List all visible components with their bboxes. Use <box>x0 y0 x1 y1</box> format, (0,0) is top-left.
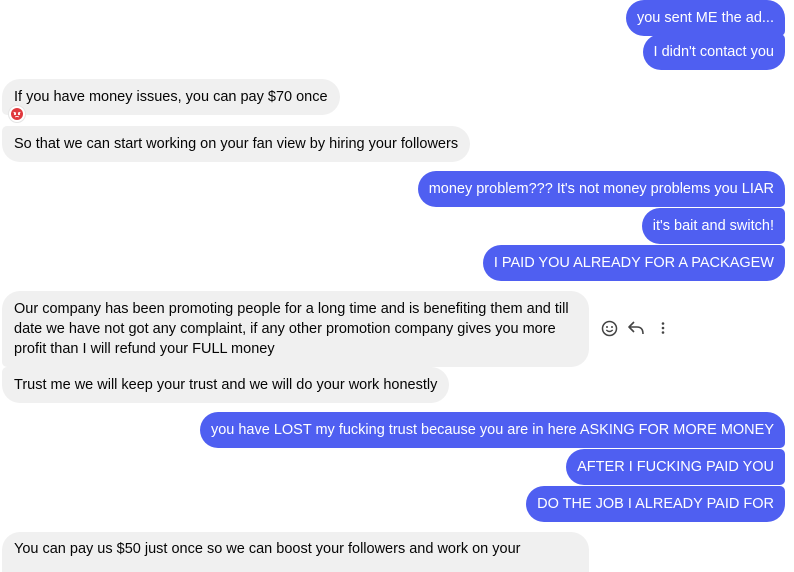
message-reaction[interactable] <box>9 106 25 122</box>
message-text: I didn't contact you <box>653 44 774 60</box>
message-bubble-outgoing[interactable]: AFTER I FUCKING PAID YOU <box>566 449 785 485</box>
message-text: AFTER I FUCKING PAID YOU <box>577 459 774 475</box>
chat-thread: you sent ME the ad... I didn't contact y… <box>0 0 794 572</box>
message-text: Our company has been promoting people fo… <box>14 301 569 357</box>
more-vertical-icon <box>661 322 665 334</box>
more-button[interactable] <box>653 318 673 338</box>
message-bubble-outgoing[interactable]: I PAID YOU ALREADY FOR A PACKAGEW <box>482 245 785 281</box>
reply-button[interactable] <box>626 318 646 338</box>
message-text: DO THE JOB I ALREADY PAID FOR <box>537 496 774 512</box>
message-text: money problem??? It's not money problems… <box>428 181 774 197</box>
message-text: you sent ME the ad... <box>636 10 774 26</box>
message-bubble-outgoing[interactable]: you have LOST my fucking trust because y… <box>199 412 785 448</box>
message-bubble-outgoing[interactable]: it's bait and switch! <box>641 208 785 244</box>
reply-arrow-icon <box>628 321 644 335</box>
message-hover-actions <box>599 316 673 340</box>
smiley-react-icon <box>601 320 617 336</box>
message-bubble-incoming[interactable]: Trust me we will keep your trust and we … <box>2 367 450 403</box>
message-text: I PAID YOU ALREADY FOR A PACKAGEW <box>493 255 774 271</box>
message-bubble-incoming[interactable]: You can pay us $50 just once so we can b… <box>2 532 589 572</box>
message-text: it's bait and switch! <box>652 218 774 234</box>
message-bubble-outgoing[interactable]: money problem??? It's not money problems… <box>417 171 785 207</box>
react-button[interactable] <box>599 318 619 338</box>
message-bubble-incoming[interactable]: If you have money issues, you can pay $7… <box>2 79 340 115</box>
message-text: You can pay us $50 just once so we can b… <box>14 541 521 557</box>
message-bubble-outgoing[interactable]: I didn't contact you <box>642 34 785 70</box>
message-bubble-outgoing[interactable]: you sent ME the ad... <box>625 0 785 36</box>
message-bubble-outgoing[interactable]: DO THE JOB I ALREADY PAID FOR <box>526 486 785 522</box>
message-text: If you have money issues, you can pay $7… <box>14 89 328 105</box>
message-text: you have LOST my fucking trust because y… <box>210 422 774 438</box>
message-text: So that we can start working on your fan… <box>14 136 459 152</box>
message-bubble-incoming[interactable]: Our company has been promoting people fo… <box>2 291 589 367</box>
angry-face-icon <box>11 108 23 120</box>
message-bubble-incoming[interactable]: So that we can start working on your fan… <box>2 126 471 162</box>
message-text: Trust me we will keep your trust and we … <box>14 377 438 393</box>
